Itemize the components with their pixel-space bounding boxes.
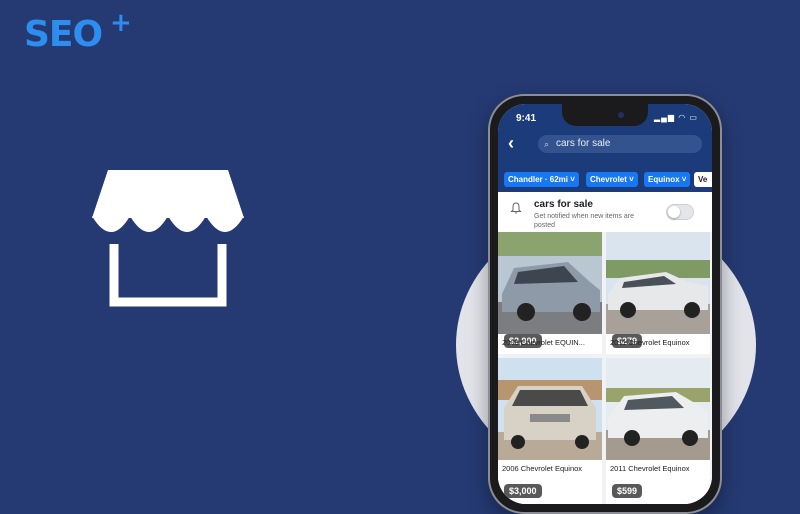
listing-title: 2011 Chevrolet Equinox (610, 464, 690, 473)
listing-card[interactable]: $279 2011 Chevrolet Equinox (606, 232, 710, 354)
car-photo (498, 232, 602, 334)
notification-toggle[interactable] (666, 204, 694, 220)
filter-chip-more[interactable]: Ve (694, 172, 712, 187)
filter-chip-label: Ve (698, 175, 708, 184)
logo-text: SEO (24, 14, 103, 55)
seo-plus-logo: SEO + (24, 8, 132, 55)
filter-chip-model[interactable]: Equinox ˅ (644, 172, 691, 187)
listing-price: $599 (612, 484, 643, 498)
phone-screen: 9:41 ▂▄▆ ◠ ▭ ‹ ⌕ cars for sale Chandler … (498, 104, 712, 504)
listing-title: 2006 Chevrolet Equinox (502, 464, 583, 473)
status-icons: ▂▄▆ ◠ ▭ (654, 113, 698, 122)
phone-notch (562, 104, 648, 126)
chevron-down-icon: ˅ (681, 175, 687, 184)
phone-mockup: 9:41 ▂▄▆ ◠ ▭ ‹ ⌕ cars for sale Chandler … (488, 94, 722, 514)
status-time: 9:41 (516, 113, 537, 124)
search-query: cars for sale (556, 138, 611, 149)
filter-bar: Chandler · 62mi ˅ Chevrolet ˅ Equinox ˅ … (498, 166, 712, 192)
chevron-down-icon: ˅ (570, 175, 575, 184)
car-photo (498, 358, 602, 460)
car-photo (606, 232, 710, 334)
chevron-down-icon: ˅ (629, 175, 634, 184)
filter-chip-location[interactable]: Chandler · 62mi ˅ (504, 172, 579, 187)
notification-title: cars for sale (534, 199, 593, 210)
logo-plus: + (110, 8, 132, 38)
search-icon: ⌕ (544, 139, 550, 149)
filter-chip-label: Equinox (648, 175, 680, 184)
listing-grid: $2,900 2006 Chevrolet EQUIN... $279 2011… (498, 232, 712, 504)
notification-subtitle: Get notified when new items are posted (534, 213, 634, 229)
listing-card[interactable]: $3,000 2006 Chevrolet Equinox (498, 358, 602, 504)
listing-card[interactable]: $599 2011 Chevrolet Equinox (606, 358, 710, 504)
car-photo (606, 358, 710, 460)
saved-search-notification: cars for sale Get notified when new item… (498, 192, 712, 232)
filter-chip-label: Chevrolet (590, 175, 627, 184)
bell-icon (510, 202, 522, 214)
listing-title: 2006 Chevrolet EQUIN... (502, 338, 585, 347)
chevron-left-icon[interactable]: ‹ (508, 134, 514, 152)
filter-chip-make[interactable]: Chevrolet ˅ (586, 172, 638, 187)
listing-price: $3,000 (504, 484, 542, 498)
listing-card[interactable]: $2,900 2006 Chevrolet EQUIN... (498, 232, 602, 354)
marketplace-store-icon (92, 170, 244, 307)
listing-title: 2011 Chevrolet Equinox (610, 338, 690, 347)
search-input[interactable]: ⌕ cars for sale (538, 135, 702, 153)
filter-chip-label: Chandler · 62mi (508, 175, 569, 184)
